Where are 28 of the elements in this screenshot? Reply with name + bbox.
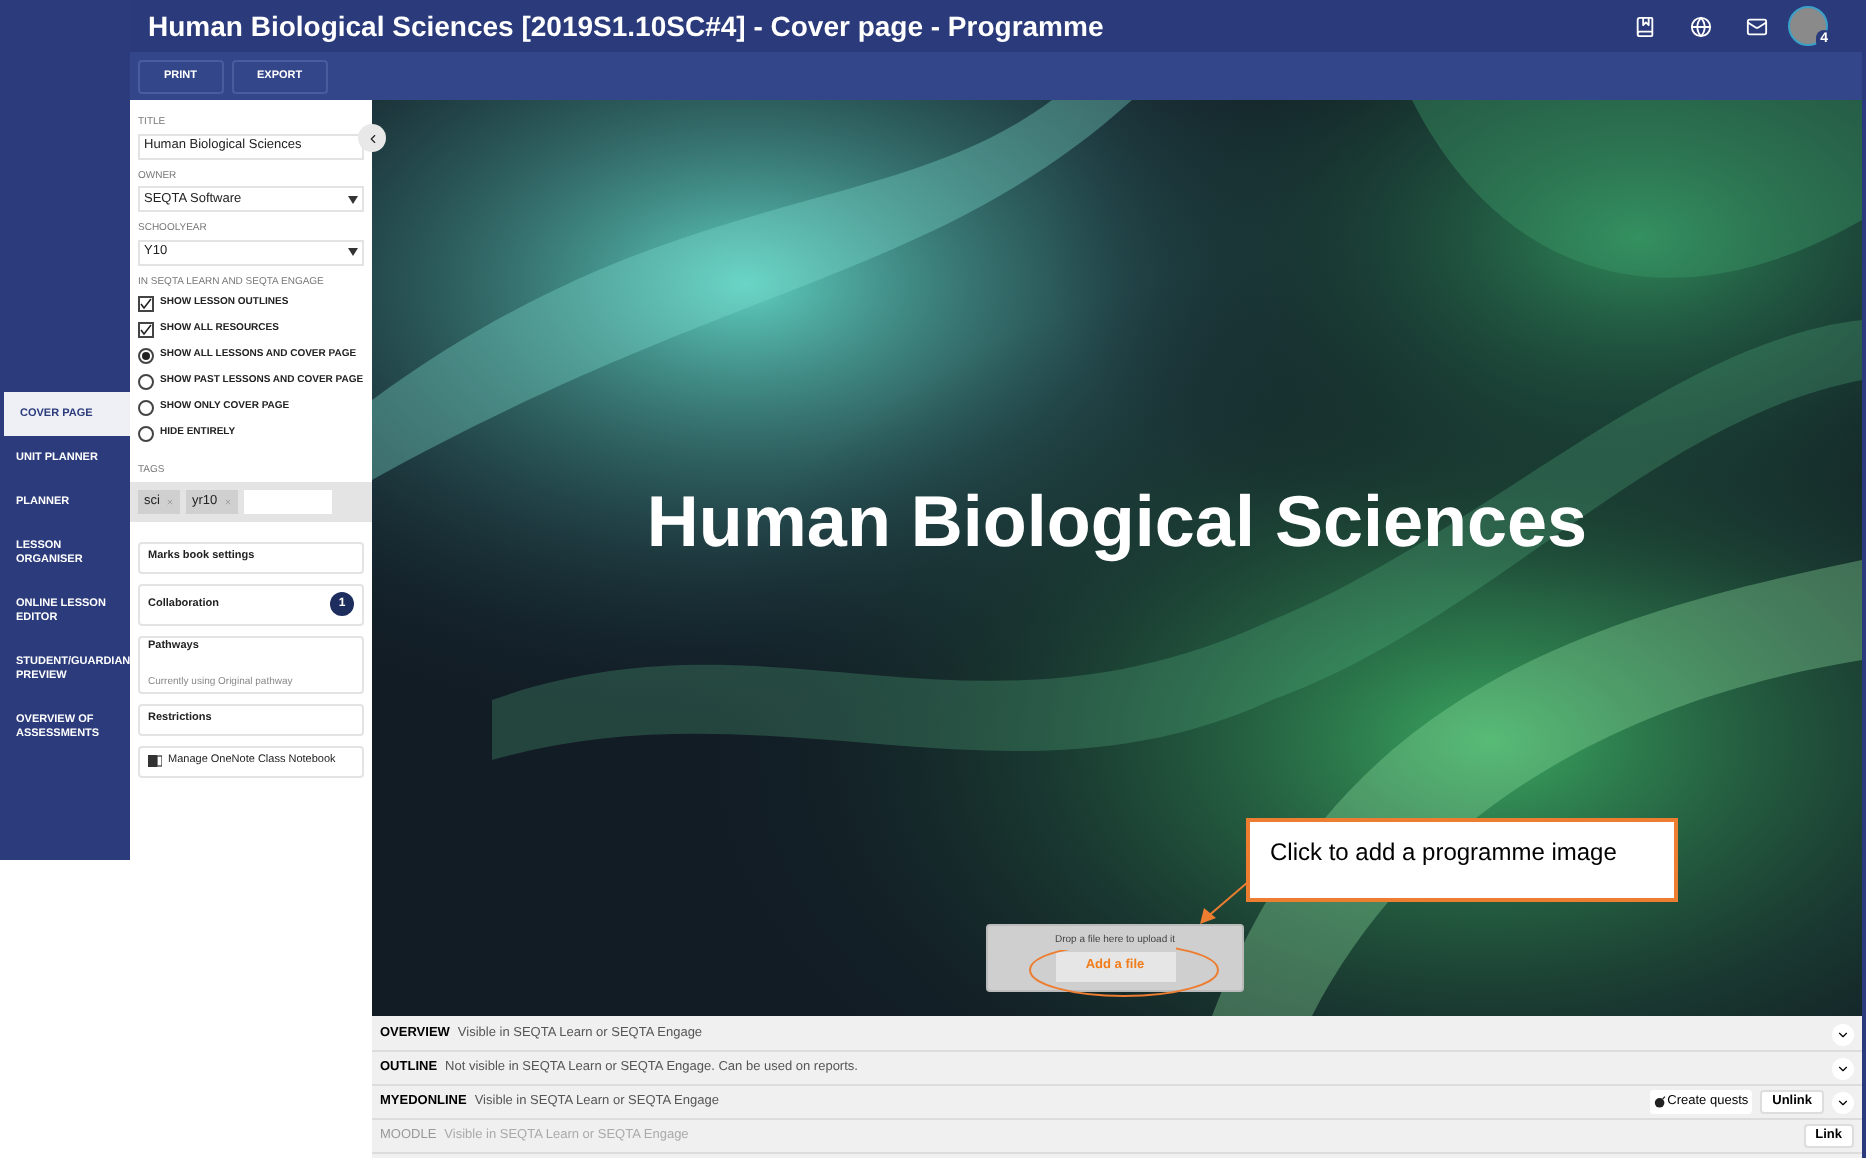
chevron-down-icon [1836, 1061, 1850, 1075]
expand-button[interactable] [1832, 1023, 1854, 1045]
onenote-icon [148, 754, 162, 768]
expand-button[interactable] [1832, 1057, 1854, 1079]
cover-heading: Human Biological Sciences [644, 478, 1590, 566]
expand-button[interactable] [1832, 1091, 1854, 1113]
checkbox[interactable] [138, 322, 154, 338]
radio-button[interactable] [138, 400, 154, 416]
collapse-panel-button[interactable] [358, 124, 386, 152]
chevron-left-icon [365, 131, 379, 145]
caret-icon [348, 248, 358, 256]
callout-arrow [1198, 880, 1250, 928]
chevron-down-icon [1836, 1027, 1850, 1041]
check-icon [140, 324, 152, 336]
callout-box: Click to add a programme image [1246, 818, 1678, 902]
book-icon[interactable] [1634, 15, 1656, 37]
page-title: Human Biological Sciences [2019S1.10SC#4] - Cover page - Programme [148, 7, 1106, 46]
tag-input[interactable] [243, 489, 332, 513]
caret-icon [348, 195, 358, 203]
radio-button[interactable] [138, 348, 154, 364]
chevron-down-icon [1836, 1095, 1850, 1109]
checkbox[interactable] [138, 296, 154, 312]
radio-button[interactable] [138, 426, 154, 442]
bomb-icon [1653, 1096, 1666, 1108]
globe-icon[interactable] [1690, 15, 1712, 37]
radio-button[interactable] [138, 374, 154, 390]
check-icon [140, 298, 152, 310]
mail-icon[interactable] [1746, 15, 1768, 37]
